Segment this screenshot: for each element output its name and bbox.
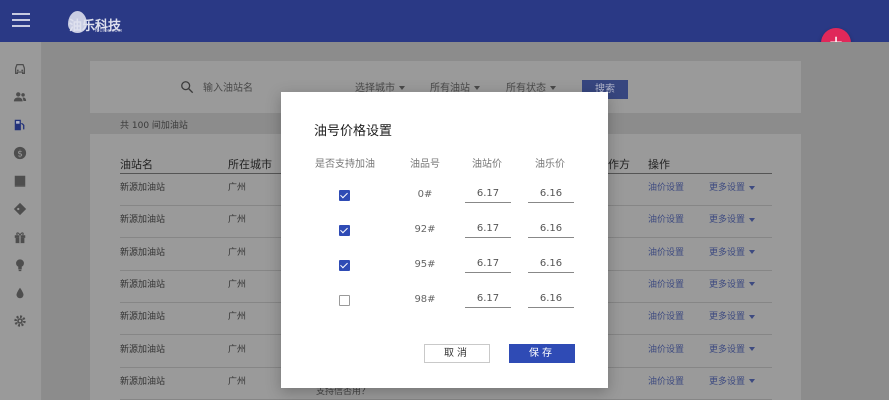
gas-station-icon[interactable] [12,118,28,134]
cell-city: 广州 [228,312,247,323]
cell-station-name: 新源加油站 [120,312,166,323]
price-settings-link[interactable]: 油价设置 [648,277,684,290]
price-settings-link[interactable]: 油价设置 [648,342,684,355]
chevron-down-icon [749,185,756,190]
cell-city: 广州 [228,215,247,226]
col-youle-price: 油乐价 [535,159,565,170]
book-icon[interactable] [12,174,28,190]
grade-label: 95# [414,259,436,270]
col-grade: 油品号 [410,159,440,170]
svg-text:$: $ [17,150,23,160]
support-checkbox[interactable] [339,295,350,306]
price-settings-link[interactable]: 油价设置 [648,180,684,193]
more-settings-dropdown[interactable]: 更多设置 [709,277,756,290]
more-settings-label: 更多设置 [709,344,746,355]
save-button[interactable]: 保存 [509,344,575,363]
chevron-down-icon [749,217,756,222]
cancel-button[interactable]: 取消 [424,344,490,363]
chevron-down-icon [399,86,405,90]
tag-icon[interactable] [12,202,28,218]
cell-station-name: 新源加油站 [120,376,166,387]
users-icon[interactable] [12,90,28,106]
cell-city: 广州 [228,247,247,258]
cell-station-name: 新源加油站 [120,344,166,355]
bulb-icon[interactable] [12,258,28,274]
youle-price-input[interactable]: 6.16 [528,290,574,308]
header-actions: 操作 [648,158,670,171]
chevron-down-icon [749,282,756,287]
chevron-down-icon [550,86,556,90]
header-station-name: 油站名 [120,158,153,171]
grade-label: 92# [414,224,436,235]
youle-price-input[interactable]: 6.16 [528,185,574,203]
more-settings-label: 更多设置 [709,215,746,226]
total-count: 共 100 间加油站 [120,121,188,131]
logo: 油乐科技 Youlee.com [67,8,127,36]
chevron-down-icon [749,347,756,351]
sidebar: $ [0,42,42,400]
cell-city: 广州 [228,183,247,193]
price-settings-dialog: 油号价格设置 是否支持加油 油品号 油站价 油乐价 0# 6.17 6.16 92# 6… [281,92,608,388]
more-settings-label: 更多设置 [709,312,746,323]
top-app-bar: 油乐科技 Youlee.com [0,0,889,42]
more-settings-label: 更多设置 [709,183,746,193]
search-input[interactable]: 输入油站名 [203,79,253,94]
chevron-down-icon [749,379,756,384]
col-support: 是否支持加油 [315,159,375,170]
dialog-title: 油号价格设置 [314,124,393,139]
col-station-price: 油站价 [472,159,502,170]
cell-station-name: 新源加油站 [120,183,166,193]
chevron-down-icon [474,86,480,90]
more-settings-dropdown[interactable]: 更多设置 [709,342,756,355]
support-checkbox[interactable] [339,260,350,271]
header-partner: 作方 [608,158,630,171]
cell-city: 广州 [228,279,247,290]
car-icon[interactable] [12,62,28,78]
cell-station-name: 新源加油站 [120,215,166,226]
price-settings-link[interactable]: 油价设置 [648,245,684,258]
price-settings-link[interactable]: 油价设置 [648,309,684,322]
price-settings-link[interactable]: 油价设置 [648,374,684,387]
more-settings-dropdown[interactable]: 更多设置 [709,212,756,226]
youle-price-input[interactable]: 6.16 [528,220,574,238]
station-price-input[interactable]: 6.17 [465,255,511,273]
more-settings-label: 更多设置 [709,376,746,387]
station-price-input[interactable]: 6.17 [465,220,511,238]
cell-city: 广州 [228,344,247,355]
cell-station-name: 新源加油站 [120,279,166,290]
more-settings-dropdown[interactable]: 更多设置 [709,309,756,323]
logo-subtext: Youlee.com [94,28,123,34]
support-checkbox[interactable] [339,225,350,236]
more-settings-dropdown[interactable]: 更多设置 [709,245,756,258]
chevron-down-icon [749,314,756,319]
search-icon [180,79,194,94]
cell-city: 广州 [228,376,247,387]
more-settings-label: 更多设置 [709,247,746,258]
header-city: 所在城市 [228,158,272,171]
more-settings-label: 更多设置 [709,279,746,290]
grade-label: 0# [417,189,433,200]
price-settings-link[interactable]: 油价设置 [648,212,684,225]
dollar-icon[interactable]: $ [12,146,28,162]
cell-station-name: 新源加油站 [120,247,166,258]
more-settings-dropdown[interactable]: 更多设置 [709,374,756,387]
more-settings-dropdown[interactable]: 更多设置 [709,180,756,193]
gift-icon[interactable] [12,230,28,246]
grade-label: 98# [414,294,436,305]
chevron-down-icon [749,250,756,255]
support-checkbox[interactable] [339,190,350,201]
drop-icon[interactable] [12,286,28,302]
station-price-input[interactable]: 6.17 [465,290,511,308]
gear-icon[interactable] [12,314,28,330]
menu-icon[interactable] [12,13,30,27]
station-price-input[interactable]: 6.17 [465,185,511,203]
youle-price-input[interactable]: 6.16 [528,255,574,273]
